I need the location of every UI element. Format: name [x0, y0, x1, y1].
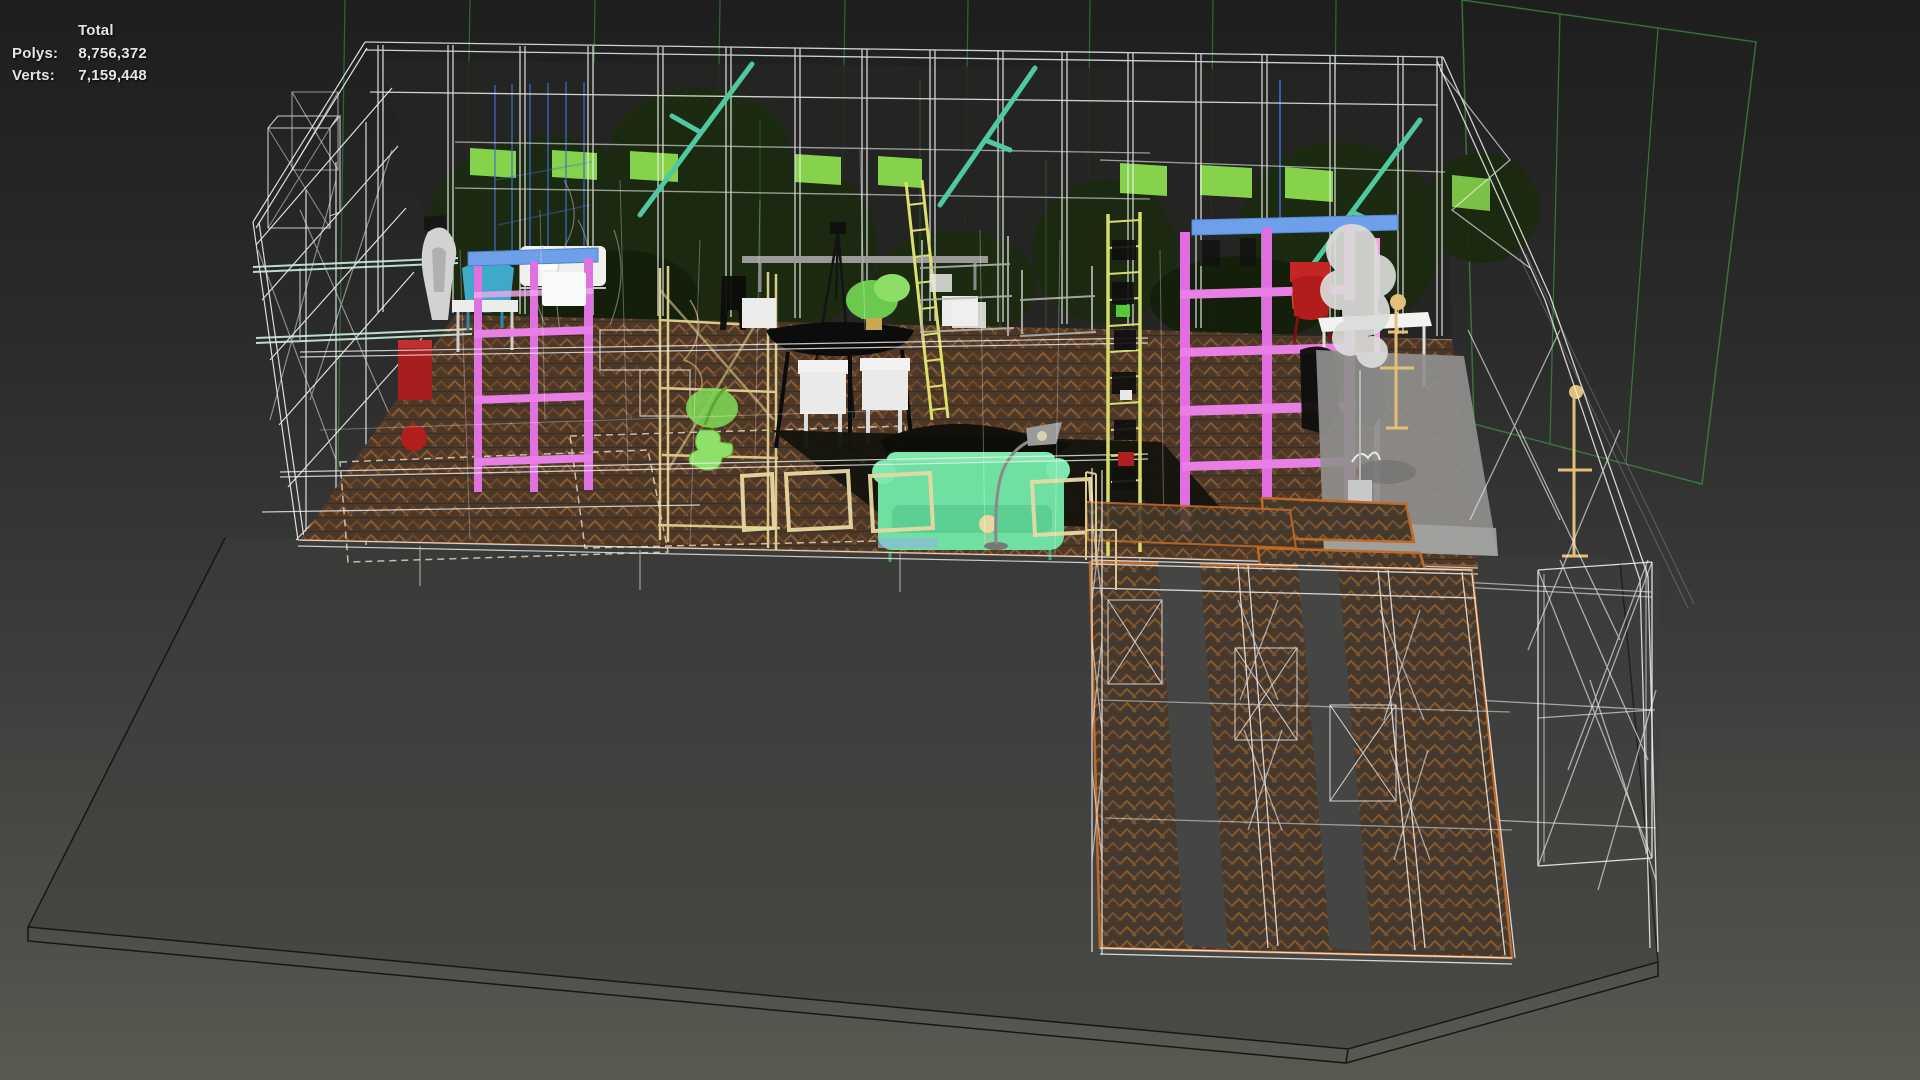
viewport[interactable]: Total Polys: 8,756,372 Verts: 7,159,448: [0, 0, 1920, 1080]
viewport-canvas[interactable]: [0, 0, 1920, 1080]
stats-polys-label: Polys:: [12, 44, 59, 62]
stats-verts-label: Verts:: [12, 67, 55, 84]
stats-total-label: Total: [78, 22, 114, 39]
stats-polys-row: Polys: 8,756,372: [12, 43, 147, 66]
mint-green-sofa[interactable]: [872, 452, 1070, 562]
viewport-statistics: Total Polys: 8,756,372 Verts: 7,159,448: [12, 20, 147, 88]
stats-verts-value: 7,159,448: [78, 67, 147, 84]
stats-verts-row: Verts: 7,159,448: [12, 65, 147, 88]
stats-polys-value: 8,756,372: [78, 44, 147, 62]
white-chair-back-left: [742, 298, 776, 328]
herringbone-floor-right-wing[interactable]: [1084, 500, 1514, 960]
